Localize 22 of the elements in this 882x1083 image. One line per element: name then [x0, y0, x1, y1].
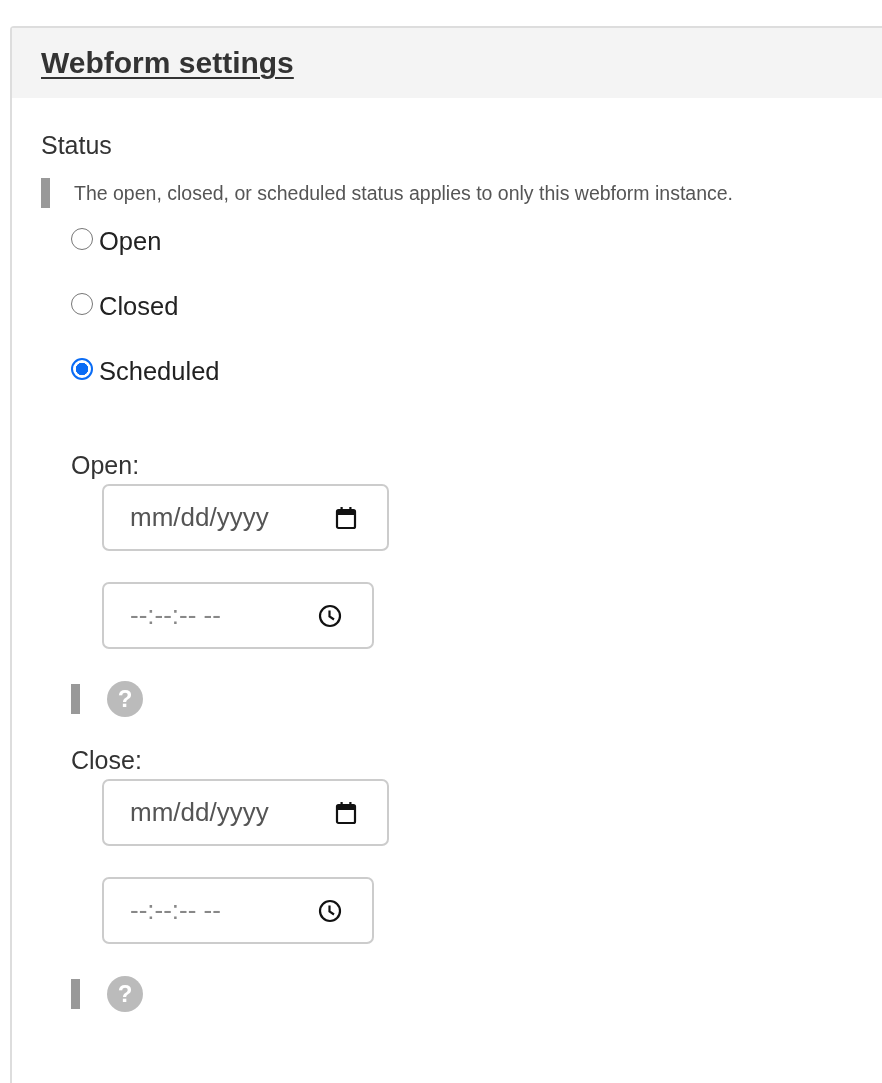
clock-icon[interactable]: [318, 603, 342, 628]
time-field[interactable]: --:--:-- --: [102, 877, 374, 944]
radio-button[interactable]: [71, 358, 93, 380]
radio-label[interactable]: Open: [99, 226, 162, 256]
radio-button[interactable]: [71, 228, 93, 250]
date-field[interactable]: mm/dd/yyyy: [102, 484, 389, 551]
help-bar: [71, 684, 80, 714]
time-field[interactable]: --:--:-- --: [102, 582, 374, 649]
radio-label[interactable]: Scheduled: [99, 356, 220, 386]
radio-label[interactable]: Closed: [99, 291, 179, 321]
status-label: Status: [41, 130, 113, 160]
clock-icon[interactable]: [318, 898, 342, 923]
calendar-icon[interactable]: [335, 505, 357, 530]
date-field[interactable]: mm/dd/yyyy: [102, 779, 389, 846]
description-bar: [41, 178, 50, 208]
help-bar: [71, 979, 80, 1009]
radio-button[interactable]: [71, 293, 93, 315]
schedule-label: Close:: [71, 745, 143, 775]
panel-title-link[interactable]: Webform settings: [41, 46, 294, 79]
calendar-icon[interactable]: [335, 800, 357, 825]
schedule-label: Open:: [71, 450, 141, 480]
status-description: The open, closed, or scheduled status applies to only this webform instance.: [74, 181, 734, 205]
